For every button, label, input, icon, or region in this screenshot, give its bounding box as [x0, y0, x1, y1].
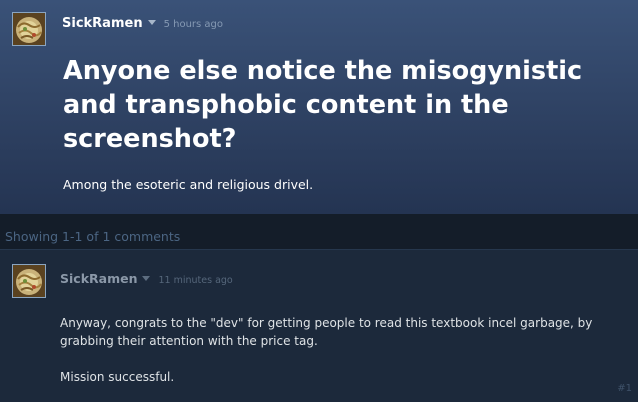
- topic-post: SickRamen 5 hours ago Anyone else notice…: [0, 0, 638, 214]
- post-timestamp: 5 hours ago: [163, 19, 224, 30]
- comment-timestamp: 11 minutes ago: [158, 275, 233, 286]
- comment-author-row: SickRamen 11 minutes ago: [60, 271, 233, 286]
- topic-title: Anyone else notice the misogynistic and …: [63, 56, 583, 154]
- avatar-image: [13, 265, 45, 297]
- avatar[interactable]: [12, 12, 46, 46]
- comment-author-name[interactable]: SickRamen: [60, 271, 137, 286]
- comments-count: Showing 1-1 of 1 comments: [5, 229, 181, 244]
- comments-summary-bar: Showing 1-1 of 1 comments: [0, 214, 638, 250]
- comment-text: Anyway, congrats to the "dev" for gettin…: [60, 314, 620, 386]
- topic-author-row: SickRamen 5 hours ago: [62, 16, 223, 31]
- chevron-down-icon[interactable]: [147, 20, 156, 25]
- avatar[interactable]: [12, 264, 46, 298]
- comment-paragraph: Mission successful.: [60, 370, 175, 384]
- avatar-image: [13, 13, 45, 45]
- comment-paragraph: Anyway, congrats to the "dev" for gettin…: [60, 316, 593, 348]
- comment: SickRamen 11 minutes ago Anyway, congrat…: [0, 250, 638, 402]
- comment-index[interactable]: #1: [617, 383, 632, 394]
- chevron-down-icon[interactable]: [142, 276, 151, 281]
- author-name[interactable]: SickRamen: [62, 16, 143, 31]
- topic-body: Among the esoteric and religious drivel.: [63, 177, 314, 192]
